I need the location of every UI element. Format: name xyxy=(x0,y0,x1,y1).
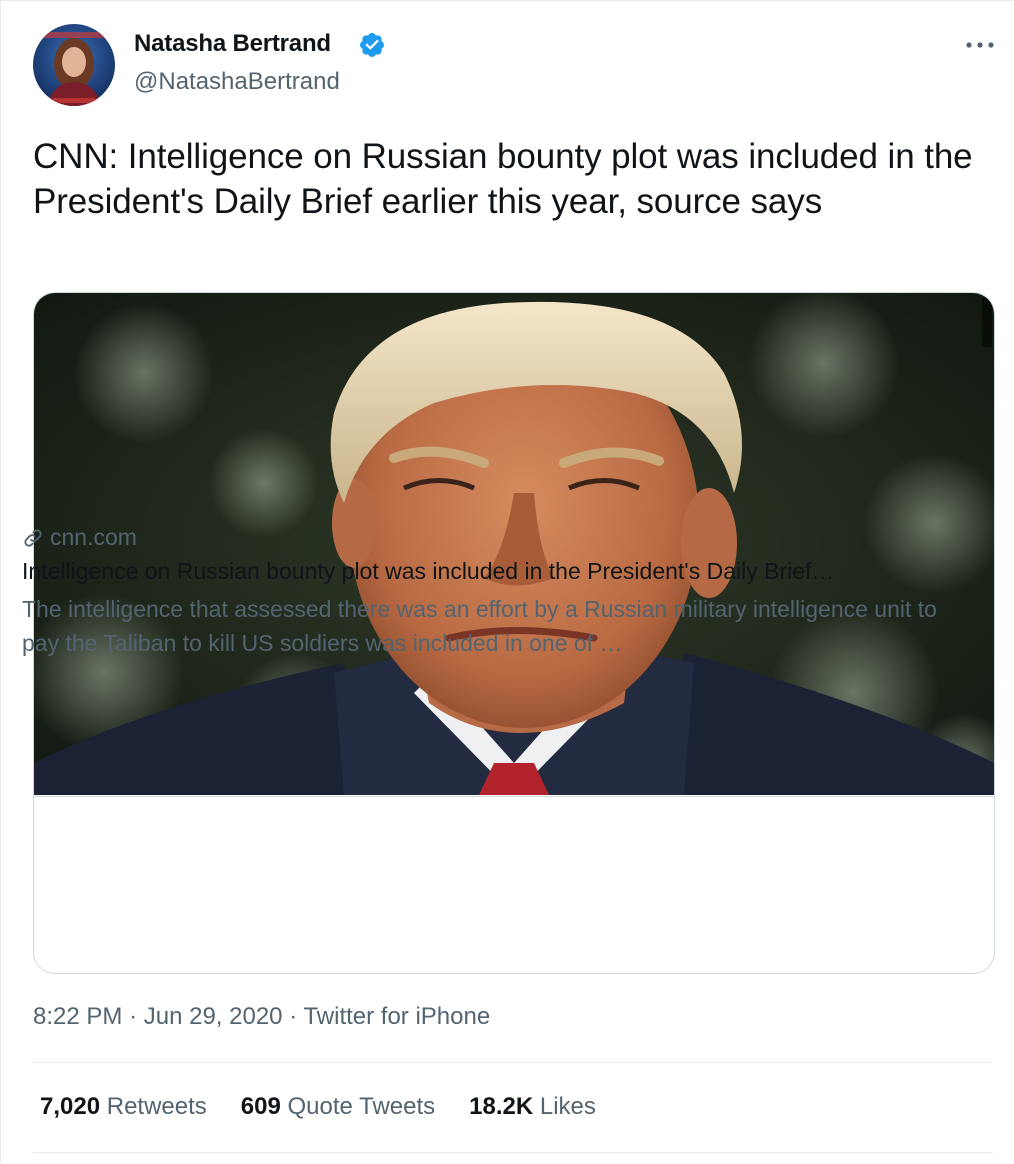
retweets-count: 7,020 xyxy=(40,1093,101,1120)
tweet-text: CNN: Intelligence on Russian bounty plot… xyxy=(33,137,973,221)
likes-count: 18.2K xyxy=(469,1093,534,1120)
link-card-domain: cnn.com xyxy=(22,524,137,551)
tweet-time[interactable]: 8:22 PM xyxy=(33,1003,122,1030)
more-dots-icon xyxy=(966,42,994,48)
tweet-source[interactable]: Twitter for iPhone xyxy=(303,1003,490,1030)
author-display-name[interactable]: Natasha Bertrand xyxy=(134,30,331,58)
verified-badge-icon xyxy=(358,31,386,59)
divider xyxy=(33,1062,993,1063)
tweet-meta: 8:22 PM · Jun 29, 2020 · Twitter for iPh… xyxy=(33,1003,490,1031)
retweets-label: Retweets xyxy=(106,1093,207,1120)
likes-stat[interactable]: 18.2K Likes xyxy=(469,1093,596,1121)
author-avatar[interactable] xyxy=(33,24,115,106)
more-options-button[interactable] xyxy=(960,30,1000,60)
quote-tweets-stat[interactable]: 609 Quote Tweets xyxy=(241,1093,435,1121)
meta-separator: · xyxy=(129,1003,138,1030)
meta-separator: · xyxy=(289,1003,298,1030)
link-card-image[interactable] xyxy=(34,293,994,813)
link-card-description: The intelligence that assessed there was… xyxy=(22,596,937,656)
quote-tweets-count: 609 xyxy=(240,1093,281,1120)
link-card-meta[interactable] xyxy=(34,796,994,973)
tweet-stats: 7,020 Retweets 609 Quote Tweets 18.2K Li… xyxy=(40,1093,596,1121)
divider xyxy=(33,1152,993,1153)
tweet-date[interactable]: Jun 29, 2020 xyxy=(144,1003,283,1030)
author-handle[interactable]: @NatashaBertrand xyxy=(134,68,340,96)
quote-tweets-label: Quote Tweets xyxy=(287,1093,436,1120)
link-icon xyxy=(24,528,42,547)
link-card-domain-text: cnn.com xyxy=(50,524,137,550)
link-card-title: Intelligence on Russian bounty plot was … xyxy=(22,558,835,584)
likes-label: Likes xyxy=(539,1093,596,1120)
retweets-stat[interactable]: 7,020 Retweets xyxy=(40,1093,207,1121)
